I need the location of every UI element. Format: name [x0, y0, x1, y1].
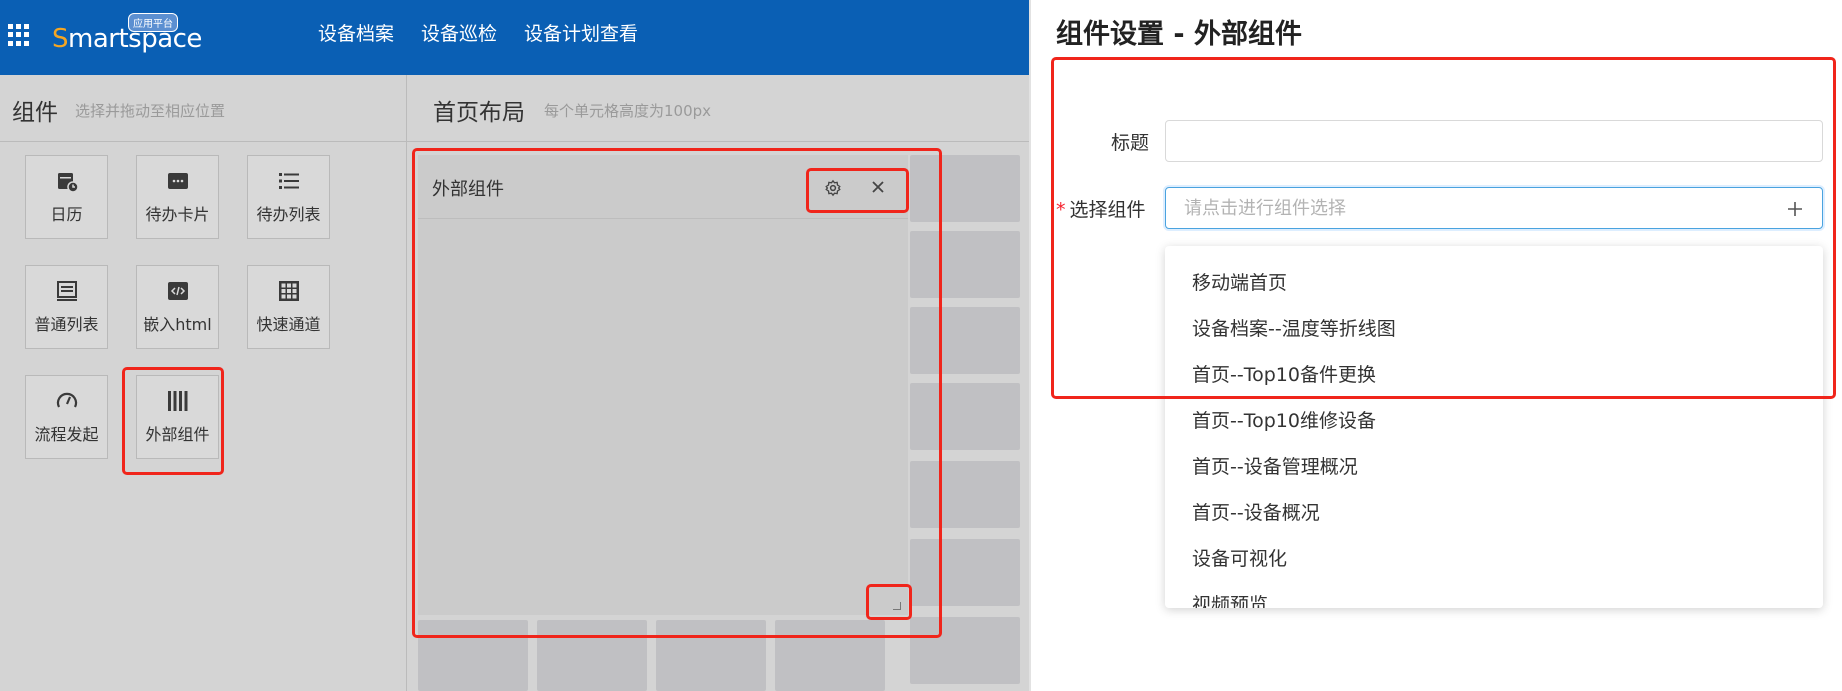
dropdown-option[interactable]: 首页--设备概况 [1165, 490, 1823, 536]
calendar-icon [57, 173, 79, 193]
logo-text: Smartspace [52, 24, 202, 54]
highlight-widget [412, 148, 942, 638]
tile-normal-list[interactable]: 普通列表 [25, 265, 108, 349]
shortcut-grid-icon [278, 281, 299, 301]
gauge-icon [56, 392, 77, 408]
tile-label: 快速通道 [256, 315, 321, 334]
tile-label: 日历 [50, 205, 83, 224]
dropdown-option[interactable]: 首页--设备管理概况 [1165, 444, 1823, 490]
highlight-settings-form [1051, 57, 1836, 399]
components-panel: 组件 选择并拖动至相应位置 日历 待办卡片 待办列表 普通列表 嵌入html 快… [0, 75, 406, 691]
app-window: Smartspace 应用平台 设备档案 设备巡检 设备计划查看 组件 选择并拖… [0, 0, 1029, 691]
logo-badge: 应用平台 [128, 13, 178, 32]
tile-label: 待办卡片 [145, 205, 210, 224]
list-icon [56, 281, 77, 301]
tile-label: 普通列表 [34, 315, 99, 334]
nav-item-device-archive[interactable]: 设备档案 [318, 20, 394, 48]
component-settings-panel: 组件设置 - 外部组件 标题 *选择组件 移动端首页 设备档案--温度等折线图 … [1031, 0, 1842, 691]
settings-title: 组件设置 - 外部组件 [1056, 19, 1303, 50]
tile-todo-list[interactable]: 待办列表 [247, 155, 330, 239]
tile-calendar[interactable]: 日历 [25, 155, 108, 239]
tile-label: 流程发起 [34, 425, 99, 444]
tile-label: 待办列表 [256, 205, 321, 224]
dropdown-option[interactable]: 设备可视化 [1165, 536, 1823, 582]
top-navigation-bar: Smartspace 应用平台 设备档案 设备巡检 设备计划查看 [0, 0, 1029, 75]
dropdown-option[interactable]: 首页--Top10维修设备 [1165, 398, 1823, 444]
nav-item-device-plan[interactable]: 设备计划查看 [524, 20, 638, 48]
main-nav: 设备档案 设备巡检 设备计划查看 [318, 20, 665, 48]
code-icon [167, 282, 188, 300]
layout-panel-subtitle: 每个单元格高度为100px [544, 102, 712, 120]
layout-panel: 首页布局 每个单元格高度为100px 外部组件 [407, 75, 1029, 691]
tile-embed-html[interactable]: 嵌入html [136, 265, 219, 349]
highlight-widget-actions [806, 168, 909, 213]
highlight-resize-handle [866, 584, 912, 620]
tile-todo-card[interactable]: 待办卡片 [136, 155, 219, 239]
tile-process-start[interactable]: 流程发起 [25, 375, 108, 459]
dropdown-option[interactable]: 视频预览 [1165, 582, 1823, 608]
components-panel-title: 组件 [12, 100, 58, 126]
todo-card-icon [167, 173, 188, 189]
tile-shortcut[interactable]: 快速通道 [247, 265, 330, 349]
app-grid-icon[interactable] [8, 24, 30, 46]
layout-panel-header: 首页布局 每个单元格高度为100px [407, 75, 1029, 142]
todo-list-icon [278, 173, 299, 189]
components-panel-header: 组件 选择并拖动至相应位置 [0, 75, 406, 142]
components-panel-subtitle: 选择并拖动至相应位置 [75, 102, 226, 120]
layout-panel-title: 首页布局 [433, 100, 525, 126]
logo[interactable]: Smartspace 应用平台 [52, 13, 202, 58]
nav-item-device-inspection[interactable]: 设备巡检 [421, 20, 497, 48]
highlight-external-tile [122, 367, 224, 475]
tile-label: 嵌入html [143, 315, 212, 334]
